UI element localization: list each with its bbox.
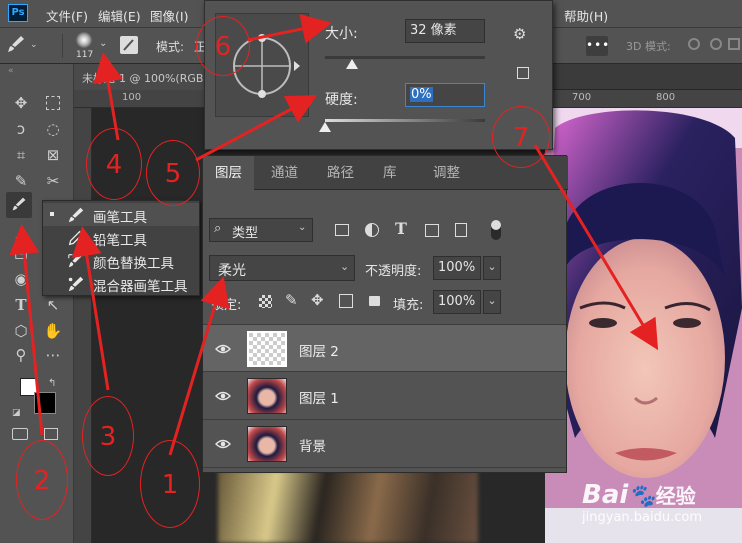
- watermark-brand: Bai: [582, 480, 629, 510]
- annotation-circle-5: 5: [146, 140, 200, 206]
- annotation-circle-4: 4: [86, 128, 142, 200]
- watermark-url: jingyan.baidu.com: [582, 510, 702, 525]
- annotation-circle-2: 2: [16, 440, 68, 520]
- annotation-circle-6: 6: [196, 16, 250, 76]
- baidu-watermark: Bai🐾经验 jingyan.baidu.com: [582, 480, 702, 525]
- annotation-circle-7: 7: [492, 106, 550, 168]
- annotation-circle-3: 3: [82, 396, 134, 476]
- annotation-circle-1: 1: [140, 440, 200, 528]
- watermark-brand-tail: 经验: [655, 484, 696, 508]
- paw-icon: 🐾: [628, 484, 656, 509]
